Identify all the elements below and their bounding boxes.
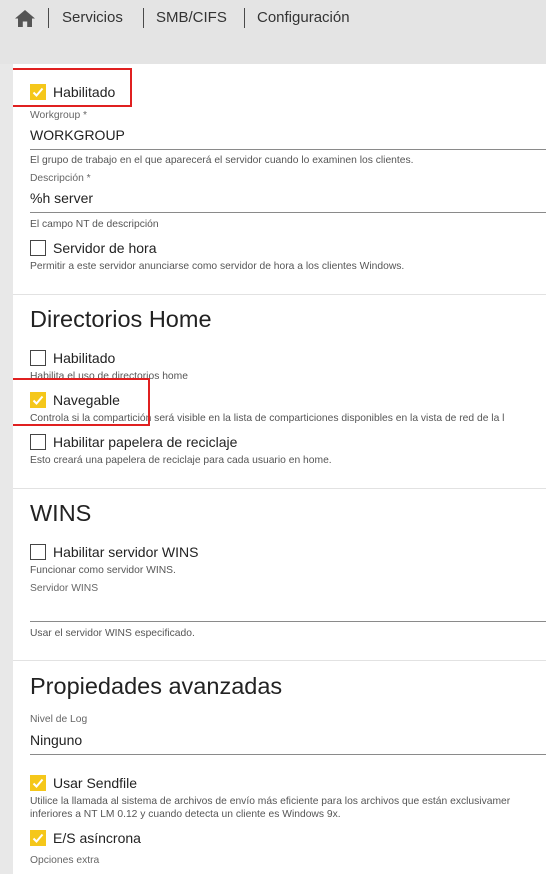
- breadcrumb-smb-cifs[interactable]: SMB/CIFS: [156, 9, 227, 26]
- section-divider: [13, 488, 546, 489]
- description-label: Descripción *: [30, 173, 91, 184]
- recycle-hint: Esto creará una papelera de reciclaje pa…: [30, 455, 332, 466]
- wins-server-hint: Usar el servidor WINS especificado.: [30, 628, 195, 639]
- breadcrumb-separator: [143, 8, 144, 28]
- section-divider: [13, 294, 546, 295]
- extra-options-label: Opciones extra: [30, 855, 100, 866]
- section-divider: [13, 660, 546, 661]
- wins-server-underline: [30, 621, 546, 622]
- log-level-underline: [30, 754, 546, 755]
- sendfile-hint-line2: inferiores a NT LM 0.12 y cuando detecta…: [30, 809, 341, 820]
- sendfile-hint: Utilice la llamada al sistema de archivo…: [30, 796, 511, 807]
- description-hint: El campo NT de descripción: [30, 219, 159, 230]
- sendfile-checkbox[interactable]: [30, 775, 46, 791]
- settings-form: Habilitado Workgroup * WORKGROUP El grup…: [13, 64, 546, 874]
- home-dirs-title: Directorios Home: [30, 306, 212, 332]
- workgroup-label: Workgroup *: [30, 110, 88, 121]
- highlight-box: [13, 68, 132, 107]
- checkmark-icon: [32, 833, 44, 843]
- home-enabled-label: Habilitado: [53, 350, 116, 366]
- wins-enable-checkbox[interactable]: [30, 544, 46, 560]
- log-level-select[interactable]: Ninguno: [30, 732, 82, 748]
- workgroup-underline: [30, 149, 546, 150]
- async-io-label: E/S asíncrona: [53, 830, 141, 846]
- workgroup-input[interactable]: WORKGROUP: [30, 127, 125, 143]
- checkmark-icon: [32, 778, 44, 788]
- breadcrumb-configuracion: Configuración: [257, 9, 350, 26]
- recycle-checkbox[interactable]: [30, 434, 46, 450]
- home-icon[interactable]: [15, 10, 35, 27]
- description-input[interactable]: %h server: [30, 190, 93, 206]
- sendfile-label: Usar Sendfile: [53, 775, 138, 791]
- breadcrumb: Servicios SMB/CIFS Configuración: [0, 0, 546, 36]
- highlight-box: [13, 378, 150, 426]
- time-server-label: Servidor de hora: [53, 240, 157, 256]
- time-server-hint: Permitir a este servidor anunciarse como…: [30, 261, 405, 272]
- recycle-label: Habilitar papelera de reciclaje: [53, 434, 238, 450]
- home-enabled-checkbox[interactable]: [30, 350, 46, 366]
- wins-title: WINS: [30, 500, 92, 526]
- async-io-checkbox[interactable]: [30, 830, 46, 846]
- wins-enable-hint: Funcionar como servidor WINS.: [30, 565, 176, 576]
- wins-server-label: Servidor WINS: [30, 583, 99, 594]
- workgroup-hint: El grupo de trabajo en el que aparecerá …: [30, 155, 414, 166]
- wins-server-input[interactable]: [30, 600, 546, 618]
- time-server-checkbox[interactable]: [30, 240, 46, 256]
- wins-enable-label: Habilitar servidor WINS: [53, 544, 199, 560]
- left-gutter: [0, 64, 13, 874]
- breadcrumb-servicios[interactable]: Servicios: [62, 9, 123, 26]
- description-underline: [30, 212, 546, 213]
- log-level-label: Nivel de Log: [30, 714, 88, 725]
- breadcrumb-separator: [48, 8, 49, 28]
- advanced-title: Propiedades avanzadas: [30, 673, 283, 699]
- breadcrumb-separator: [244, 8, 245, 28]
